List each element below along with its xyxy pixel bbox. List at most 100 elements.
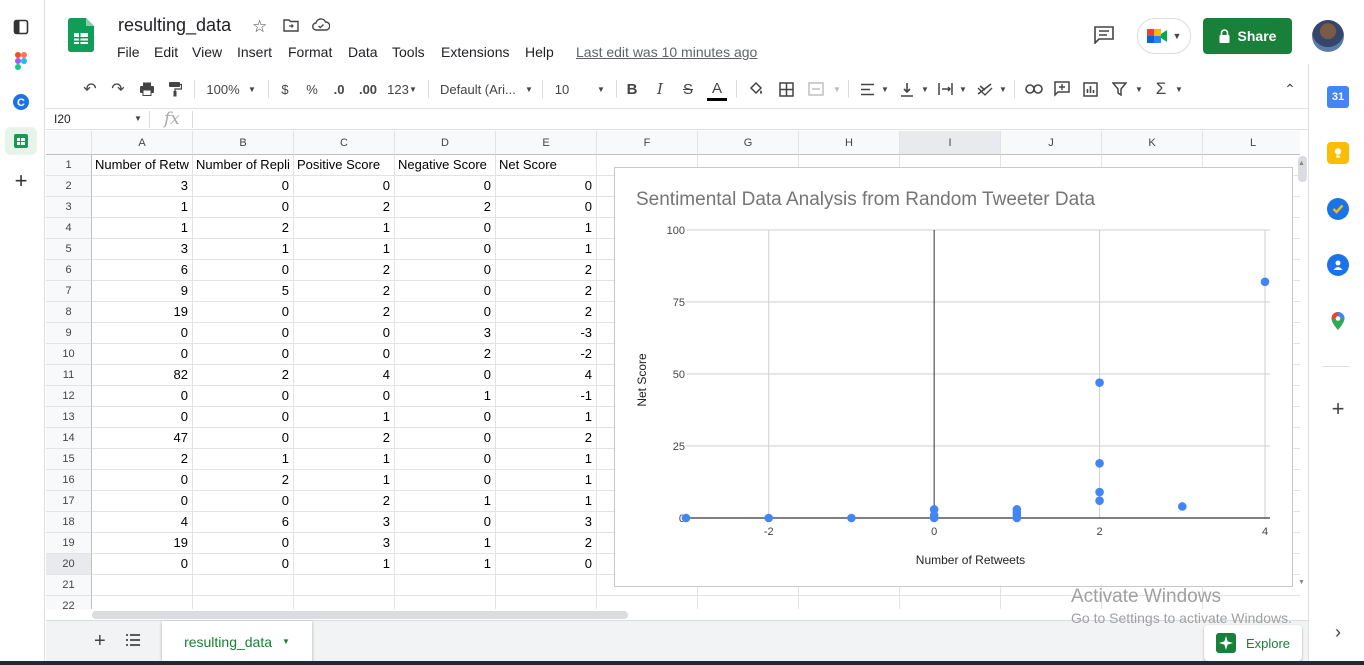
row-header-21[interactable]: 21 bbox=[46, 575, 92, 596]
table-cell[interactable]: 0 bbox=[92, 470, 193, 491]
table-cell[interactable]: -2 bbox=[496, 344, 597, 365]
row-header-15[interactable]: 15 bbox=[46, 449, 92, 470]
table-cell[interactable]: 0 bbox=[193, 554, 294, 575]
table-cell[interactable]: 0 bbox=[193, 197, 294, 218]
row-header-7[interactable]: 7 bbox=[46, 281, 92, 302]
table-cell[interactable]: 2 bbox=[496, 281, 597, 302]
table-cell[interactable]: 1 bbox=[395, 491, 496, 512]
table-cell[interactable]: 2 bbox=[496, 302, 597, 323]
table-cell[interactable]: 1 bbox=[496, 449, 597, 470]
table-cell[interactable]: 0 bbox=[193, 428, 294, 449]
table-cell[interactable]: 0 bbox=[395, 449, 496, 470]
empty-cell[interactable] bbox=[395, 575, 496, 596]
table-cell[interactable]: 0 bbox=[294, 323, 395, 344]
empty-cell[interactable] bbox=[900, 596, 1001, 609]
table-cell[interactable]: 2 bbox=[294, 491, 395, 512]
row-header-13[interactable]: 13 bbox=[46, 407, 92, 428]
menu-tools[interactable]: Tools bbox=[392, 44, 425, 60]
row-header-3[interactable]: 3 bbox=[46, 197, 92, 218]
row-header-10[interactable]: 10 bbox=[46, 344, 92, 365]
menu-edit[interactable]: Edit bbox=[154, 44, 178, 60]
table-cell[interactable]: 2 bbox=[92, 449, 193, 470]
move-folder-icon[interactable] bbox=[283, 18, 299, 37]
table-cell[interactable]: 0 bbox=[294, 386, 395, 407]
font-size-input[interactable]: 10 bbox=[554, 79, 570, 99]
menu-view[interactable]: View bbox=[192, 44, 222, 60]
table-cell[interactable]: 0 bbox=[395, 176, 496, 197]
table-cell[interactable]: 2 bbox=[294, 260, 395, 281]
column-header-h[interactable]: H bbox=[799, 131, 900, 155]
table-cell[interactable]: 0 bbox=[395, 239, 496, 260]
empty-cell[interactable] bbox=[294, 596, 395, 609]
v-align-chevron-icon[interactable]: ▼ bbox=[920, 79, 930, 99]
table-cell[interactable]: 0 bbox=[92, 554, 193, 575]
fill-color-icon[interactable] bbox=[746, 79, 766, 99]
all-sheets-icon[interactable] bbox=[126, 633, 140, 651]
table-cell[interactable]: 2 bbox=[193, 218, 294, 239]
table-cell[interactable]: 0 bbox=[193, 491, 294, 512]
row-header-8[interactable]: 8 bbox=[46, 302, 92, 323]
wrap-chevron-icon[interactable]: ▼ bbox=[958, 79, 968, 99]
header-cell[interactable]: Positive Score bbox=[294, 155, 395, 176]
column-header-j[interactable]: J bbox=[1001, 131, 1102, 155]
column-header-c[interactable]: C bbox=[294, 131, 395, 155]
scroll-down-icon[interactable]: ▼ bbox=[1298, 579, 1305, 586]
text-rotation-icon[interactable] bbox=[976, 79, 994, 99]
table-cell[interactable]: 3 bbox=[395, 323, 496, 344]
paint-format-icon[interactable] bbox=[165, 79, 185, 99]
font-family-chevron-icon[interactable]: ▼ bbox=[524, 79, 534, 99]
table-cell[interactable]: 3 bbox=[294, 533, 395, 554]
table-cell[interactable]: 2 bbox=[294, 302, 395, 323]
table-cell[interactable]: 0 bbox=[193, 407, 294, 428]
table-cell[interactable]: 0 bbox=[92, 344, 193, 365]
empty-cell[interactable] bbox=[193, 596, 294, 609]
h-align-chevron-icon[interactable]: ▼ bbox=[880, 79, 890, 99]
row-header-5[interactable]: 5 bbox=[46, 239, 92, 260]
table-cell[interactable]: 0 bbox=[193, 176, 294, 197]
last-edit-link[interactable]: Last edit was 10 minutes ago bbox=[576, 44, 757, 60]
tab-overview-icon[interactable] bbox=[10, 16, 32, 38]
table-cell[interactable]: 0 bbox=[193, 386, 294, 407]
column-header-d[interactable]: D bbox=[395, 131, 496, 155]
get-addons-icon[interactable]: + bbox=[1327, 396, 1349, 421]
table-cell[interactable]: 2 bbox=[496, 428, 597, 449]
table-cell[interactable]: 1 bbox=[294, 239, 395, 260]
redo-icon[interactable]: ↷ bbox=[108, 79, 128, 99]
contacts-icon[interactable] bbox=[1327, 254, 1349, 276]
empty-cell[interactable] bbox=[698, 596, 799, 609]
print-icon[interactable] bbox=[137, 79, 157, 99]
table-cell[interactable]: 0 bbox=[496, 197, 597, 218]
table-cell[interactable]: 0 bbox=[395, 260, 496, 281]
table-cell[interactable]: 1 bbox=[496, 407, 597, 428]
table-cell[interactable]: 6 bbox=[92, 260, 193, 281]
table-cell[interactable]: 0 bbox=[92, 323, 193, 344]
menu-extensions[interactable]: Extensions bbox=[441, 44, 509, 60]
maps-icon[interactable] bbox=[1327, 310, 1349, 332]
functions-icon[interactable]: Σ bbox=[1152, 79, 1170, 99]
column-header-f[interactable]: F bbox=[597, 131, 698, 155]
table-cell[interactable]: 0 bbox=[92, 407, 193, 428]
table-cell[interactable]: 1 bbox=[395, 533, 496, 554]
table-cell[interactable]: 2 bbox=[193, 365, 294, 386]
grammarly-icon[interactable]: C bbox=[10, 91, 32, 113]
table-cell[interactable]: 6 bbox=[193, 512, 294, 533]
menu-format[interactable]: Format bbox=[288, 44, 332, 60]
more-formats-chevron-icon[interactable]: ▼ bbox=[408, 79, 418, 99]
table-cell[interactable]: 0 bbox=[193, 260, 294, 281]
header-cell[interactable]: Negative Score bbox=[395, 155, 496, 176]
table-cell[interactable]: 2 bbox=[395, 197, 496, 218]
row-header-18[interactable]: 18 bbox=[46, 512, 92, 533]
row-header-6[interactable]: 6 bbox=[46, 260, 92, 281]
table-cell[interactable]: 2 bbox=[193, 470, 294, 491]
table-cell[interactable]: 0 bbox=[395, 470, 496, 491]
table-cell[interactable]: 1 bbox=[92, 197, 193, 218]
table-cell[interactable]: 1 bbox=[92, 218, 193, 239]
table-cell[interactable]: 1 bbox=[294, 449, 395, 470]
functions-chevron-icon[interactable]: ▼ bbox=[1174, 79, 1184, 99]
header-cell[interactable]: Number of Retw bbox=[92, 155, 193, 176]
table-cell[interactable]: 2 bbox=[294, 428, 395, 449]
merge-chevron-icon[interactable]: ▼ bbox=[832, 79, 842, 99]
table-cell[interactable]: 3 bbox=[496, 512, 597, 533]
zoom-select[interactable]: 100% bbox=[206, 79, 240, 99]
scroll-up-icon[interactable]: ▲ bbox=[1298, 160, 1305, 167]
